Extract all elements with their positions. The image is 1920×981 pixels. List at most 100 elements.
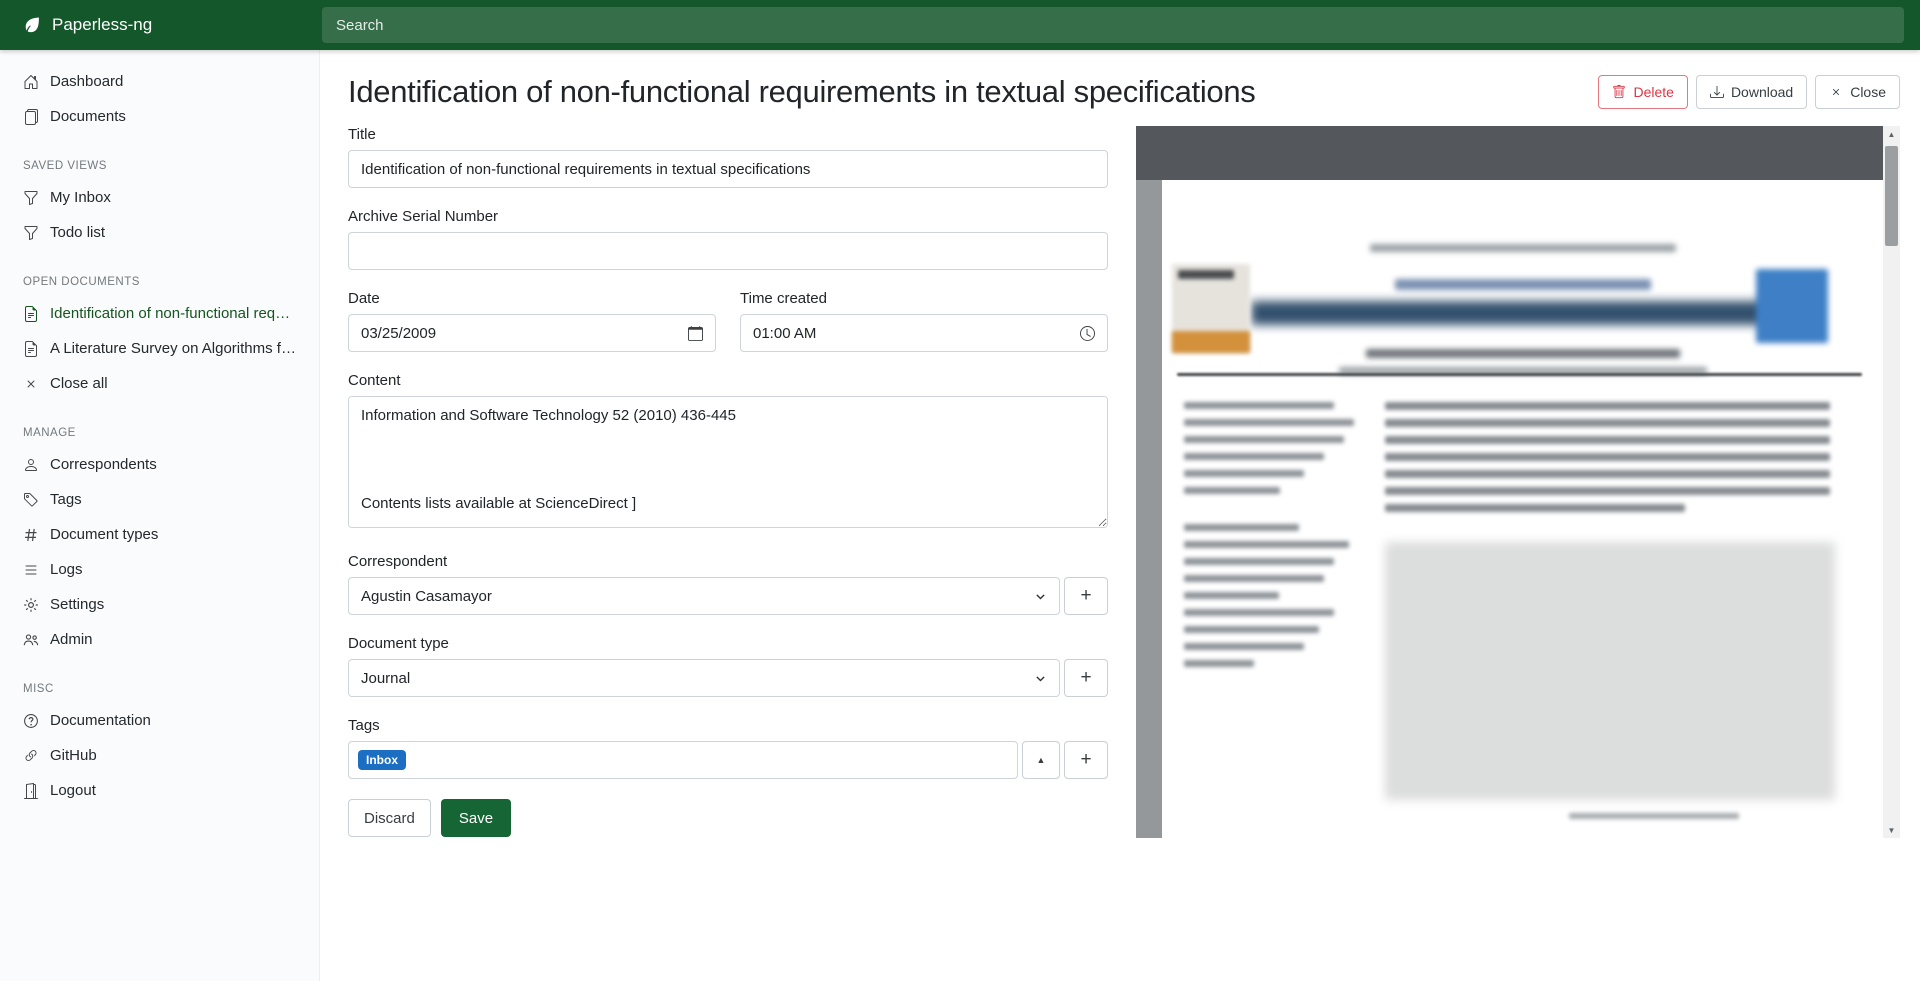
add-correspondent-button[interactable]: + [1064, 577, 1108, 615]
pdf-blur-shape [1184, 436, 1344, 443]
document-type-value: Journal [361, 670, 410, 687]
tags-label: Tags [348, 717, 1108, 734]
navbar-search-area [320, 7, 1920, 43]
section-header-misc: MISC [23, 683, 296, 695]
section-header-saved-views: SAVED VIEWS [23, 160, 296, 172]
sidebar-open-document-2[interactable]: A Literature Survey on Algorithms for Mu… [0, 331, 319, 366]
sidebar-item-label: Documents [50, 108, 126, 125]
content-textarea[interactable]: Information and Software Technology 52 (… [348, 396, 1108, 528]
clock-icon [1080, 326, 1095, 341]
close-icon [1829, 85, 1843, 99]
sidebar-open-document-1[interactable]: Identification of non-functional require… [0, 296, 319, 331]
correspondent-select[interactable]: Agustin Casamayor [348, 577, 1060, 615]
asn-input[interactable] [348, 232, 1108, 270]
sidebar-item-tags[interactable]: Tags [0, 482, 319, 517]
delete-button[interactable]: Delete [1598, 75, 1687, 109]
save-button[interactable]: Save [441, 799, 511, 837]
brand-name: Paperless-ng [52, 15, 152, 35]
house-icon [23, 74, 39, 90]
pdf-blur-shape [1184, 626, 1319, 633]
title-input[interactable] [348, 150, 1108, 188]
document-actions: Delete Download Close [1598, 75, 1900, 109]
pdf-blur-shape [1184, 558, 1334, 565]
sidebar-item-document-types[interactable]: Document types [0, 517, 319, 552]
scroll-up-icon[interactable]: ▲ [1883, 126, 1900, 142]
tags-dropdown-button[interactable]: ▲ [1022, 741, 1060, 779]
sidebar-item-close-all[interactable]: Close all [0, 366, 319, 401]
asn-label: Archive Serial Number [348, 208, 1108, 225]
tag-icon [23, 492, 39, 508]
sidebar-item-dashboard[interactable]: Dashboard [0, 64, 319, 99]
funnel-icon [23, 225, 39, 241]
pdf-blur-shape [1756, 269, 1828, 343]
discard-button[interactable]: Discard [348, 799, 431, 837]
question-circle-icon [23, 713, 39, 729]
pdf-blur-shape [1385, 453, 1830, 461]
date-label: Date [348, 290, 716, 307]
pdf-blur-shape [1569, 813, 1739, 819]
sidebar-item-label: Close all [50, 375, 108, 392]
document-form: Title Archive Serial Number Date 03/25/2… [348, 126, 1108, 837]
sidebar-item-label: Todo list [50, 224, 105, 241]
download-label: Download [1731, 84, 1793, 100]
sidebar: Dashboard Documents SAVED VIEWS My Inbox… [0, 50, 320, 981]
pdf-blur-shape [1184, 643, 1304, 650]
pdf-blur-shape [1385, 419, 1830, 427]
close-button[interactable]: Close [1815, 75, 1900, 109]
funnel-icon [23, 190, 39, 206]
app-brand[interactable]: Paperless-ng [0, 15, 320, 35]
time-created-label: Time created [740, 290, 1108, 307]
document-type-select[interactable]: Journal [348, 659, 1060, 697]
close-label: Close [1850, 84, 1886, 100]
sidebar-item-todo-list[interactable]: Todo list [0, 215, 319, 250]
pdf-viewer [1136, 126, 1883, 838]
pdf-blur-shape [1385, 470, 1830, 478]
tags-input[interactable]: Inbox [348, 741, 1018, 779]
correspondent-label: Correspondent [348, 553, 1108, 570]
document-type-label: Document type [348, 635, 1108, 652]
link-icon [23, 748, 39, 764]
sidebar-item-documentation[interactable]: Documentation [0, 703, 319, 738]
sidebar-item-correspondents[interactable]: Correspondents [0, 447, 319, 482]
pdf-blur-shape [1184, 487, 1280, 494]
time-created-input[interactable]: 01:00 AM [740, 314, 1108, 352]
download-button[interactable]: Download [1696, 75, 1807, 109]
add-document-type-button[interactable]: + [1064, 659, 1108, 697]
sidebar-item-my-inbox[interactable]: My Inbox [0, 180, 319, 215]
scrollbar-thumb[interactable] [1885, 146, 1898, 246]
pdf-blur-shape [1178, 270, 1234, 279]
sidebar-item-logs[interactable]: Logs [0, 552, 319, 587]
pdf-page [1162, 180, 1883, 838]
sidebar-item-logout[interactable]: Logout [0, 773, 319, 808]
sidebar-item-settings[interactable]: Settings [0, 587, 319, 622]
chevron-down-icon [1034, 590, 1047, 603]
pdf-blur-shape [1184, 419, 1354, 426]
close-icon [23, 376, 39, 392]
scroll-down-icon[interactable]: ▼ [1883, 822, 1900, 838]
file-text-icon [23, 306, 39, 322]
sidebar-item-label: Document types [50, 526, 158, 543]
pdf-blur-shape [1385, 436, 1830, 444]
sidebar-item-documents[interactable]: Documents [0, 99, 319, 134]
files-icon [23, 109, 39, 125]
sidebar-item-github[interactable]: GitHub [0, 738, 319, 773]
plus-icon: + [1080, 667, 1091, 689]
pdf-scrollbar[interactable]: ▲ ▼ [1883, 126, 1900, 838]
pdf-blur-shape [1385, 402, 1830, 410]
sidebar-item-label: Correspondents [50, 456, 157, 473]
sidebar-item-label: Logs [50, 561, 83, 578]
search-input[interactable] [322, 7, 1904, 43]
sidebar-item-admin[interactable]: Admin [0, 622, 319, 657]
pdf-blur-shape [1184, 609, 1334, 616]
page-title: Identification of non-functional require… [348, 74, 1256, 110]
add-tag-button[interactable]: + [1064, 741, 1108, 779]
pdf-blur-shape [1184, 660, 1254, 667]
sidebar-item-label: Documentation [50, 712, 151, 729]
pdf-blur-shape [1395, 279, 1651, 290]
tag-badge[interactable]: Inbox [358, 750, 406, 770]
sidebar-item-label: A Literature Survey on Algorithms for Mu… [50, 340, 296, 357]
sidebar-item-label: Logout [50, 782, 96, 799]
pdf-blur-shape [1184, 592, 1279, 599]
chevron-down-icon [1034, 672, 1047, 685]
date-input[interactable]: 03/25/2009 [348, 314, 716, 352]
